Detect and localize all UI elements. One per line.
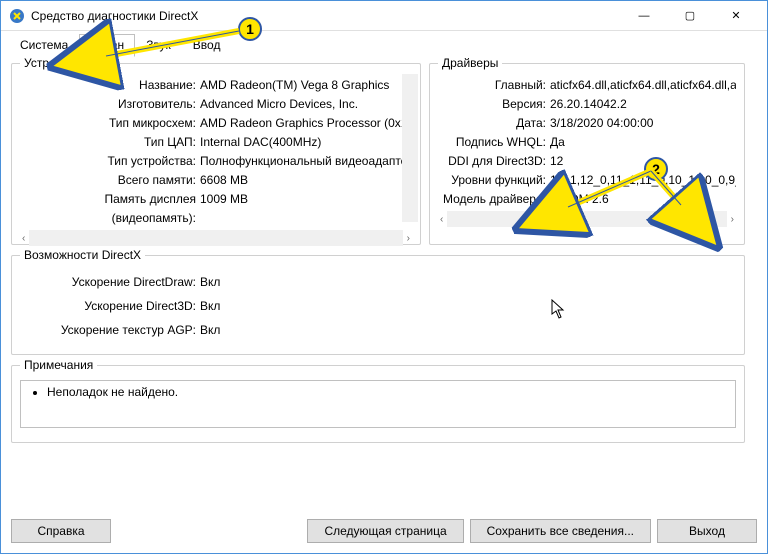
label-manufacturer: Изготовитель:: [20, 95, 200, 114]
drivers-group: Драйверы Главный:aticfx64.dll,aticfx64.d…: [429, 63, 745, 245]
tab-sound[interactable]: Звук: [135, 34, 182, 57]
label-driver-version: Версия:: [438, 95, 550, 114]
value-directdraw: Вкл: [200, 270, 736, 294]
value-direct3d: Вкл: [200, 294, 736, 318]
notes-group-title: Примечания: [20, 358, 97, 372]
value-feature-levels: 12_1,12_0,11_1,11_0,10_1,10_0,9_3,: [550, 171, 736, 190]
chevron-right-icon[interactable]: ›: [407, 233, 410, 244]
caps-group-title: Возможности DirectX: [20, 248, 145, 262]
notes-group: Примечания Неполадок не найдено.: [11, 365, 745, 443]
label-directdraw: Ускорение DirectDraw:: [20, 270, 200, 294]
label-ddi: DDI для Direct3D:: [438, 152, 550, 171]
label-agp: Ускорение текстур AGP:: [20, 318, 200, 342]
value-driver-main: aticfx64.dll,aticfx64.dll,aticfx64.dll,a…: [550, 76, 736, 95]
value-chip-type: AMD Radeon Graphics Processor (0x15: [200, 114, 412, 133]
label-dac-type: Тип ЦАП:: [20, 133, 200, 152]
label-device-type: Тип устройства:: [20, 152, 200, 171]
value-device-type: Полнофункциональный видеоадапте: [200, 152, 412, 171]
value-ddi: 12: [550, 152, 736, 171]
label-display-mem: Память дисплея (видеопамять):: [20, 190, 200, 228]
notes-textarea[interactable]: Неполадок не найдено.: [20, 380, 736, 428]
value-display-mem: 1009 MB: [200, 190, 412, 228]
value-agp: Вкл: [200, 318, 736, 342]
annotation-badge-1: 1: [238, 17, 262, 41]
value-total-mem: 6608 MB: [200, 171, 412, 190]
device-hscroll[interactable]: ‹›: [20, 228, 412, 246]
value-dac-type: Internal DAC(400MHz): [200, 133, 412, 152]
exit-button[interactable]: Выход: [657, 519, 757, 543]
value-driver-model: WDDM 2.6: [550, 190, 736, 209]
save-all-button[interactable]: Сохранить все сведения...: [470, 519, 651, 543]
chevron-left-icon[interactable]: ‹: [22, 233, 25, 244]
dxdiag-window: Средство диагностики DirectX — ▢ ✕ Систе…: [0, 0, 768, 554]
footer-buttons: Справка Следующая страница Сохранить все…: [11, 519, 757, 543]
close-button[interactable]: ✕: [713, 1, 759, 31]
directx-caps-group: Возможности DirectX Ускорение DirectDraw…: [11, 255, 745, 355]
value-driver-version: 26.20.14042.2: [550, 95, 736, 114]
device-group-title: Устройство: [20, 56, 91, 70]
label-device-name: Название:: [20, 76, 200, 95]
value-device-name: AMD Radeon(TM) Vega 8 Graphics: [200, 76, 412, 95]
window-title: Средство диагностики DirectX: [31, 9, 621, 23]
app-icon: [9, 8, 25, 24]
label-chip-type: Тип микросхем:: [20, 114, 200, 133]
device-vscroll[interactable]: [402, 74, 418, 222]
value-driver-date: 3/18/2020 04:00:00: [550, 114, 736, 133]
device-group: Устройство Название:AMD Radeon(TM) Vega …: [11, 63, 421, 245]
minimize-button[interactable]: —: [621, 1, 667, 31]
annotation-badge-2: 2: [644, 157, 668, 181]
label-driver-date: Дата:: [438, 114, 550, 133]
value-whql: Да: [550, 133, 736, 152]
chevron-left-icon[interactable]: ‹: [440, 214, 443, 225]
tab-system[interactable]: Система: [9, 34, 79, 57]
maximize-button[interactable]: ▢: [667, 1, 713, 31]
tab-input[interactable]: Ввод: [182, 34, 232, 57]
label-driver-model: Модель драйвера:: [438, 190, 550, 209]
label-driver-main: Главный:: [438, 76, 550, 95]
tab-strip: Система Экран Звук Ввод: [1, 31, 767, 57]
window-controls: — ▢ ✕: [621, 1, 759, 31]
drivers-group-title: Драйверы: [438, 56, 502, 70]
value-manufacturer: Advanced Micro Devices, Inc.: [200, 95, 412, 114]
chevron-right-icon[interactable]: ›: [731, 214, 734, 225]
label-direct3d: Ускорение Direct3D:: [20, 294, 200, 318]
titlebar: Средство диагностики DirectX — ▢ ✕: [1, 1, 767, 31]
label-total-mem: Всего памяти:: [20, 171, 200, 190]
tab-screen[interactable]: Экран: [79, 34, 135, 57]
next-page-button[interactable]: Следующая страница: [307, 519, 463, 543]
label-feature-levels: Уровни функций:: [438, 171, 550, 190]
label-whql: Подпись WHQL:: [438, 133, 550, 152]
drivers-hscroll[interactable]: ‹›: [438, 209, 736, 227]
tab-content: Устройство Название:AMD Radeon(TM) Vega …: [1, 57, 767, 449]
cursor-icon: [551, 299, 567, 324]
help-button[interactable]: Справка: [11, 519, 111, 543]
notes-item: Неполадок не найдено.: [47, 385, 727, 399]
